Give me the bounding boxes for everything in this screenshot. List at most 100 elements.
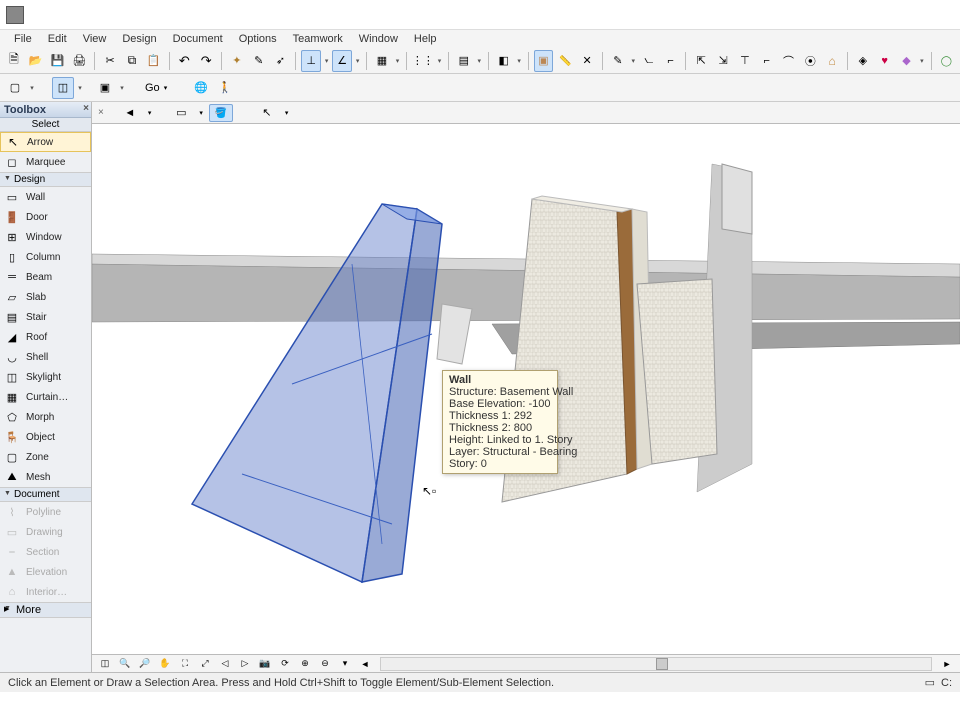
favorites-button[interactable]: ♥	[875, 50, 895, 72]
copy-button[interactable]	[122, 50, 142, 72]
dropdown-arrow[interactable]: ▾	[118, 84, 126, 92]
dropdown-arrow[interactable]: ▾	[436, 57, 443, 65]
elevation-tool[interactable]: ▲Elevation	[0, 562, 91, 582]
beam-tool[interactable]: ═Beam	[0, 267, 91, 287]
arrow-tool[interactable]: Arrow	[0, 132, 91, 152]
new-file-button[interactable]	[4, 50, 24, 72]
toolbox-close-button[interactable]: ×	[83, 103, 89, 114]
zoom-marquee-button[interactable]: ◫	[96, 656, 114, 672]
scrollbar-thumb[interactable]	[656, 658, 668, 670]
interior-tool[interactable]: ⌂Interior…	[0, 582, 91, 602]
zoom-100-button[interactable]: ⊕	[296, 656, 314, 672]
edit-button[interactable]	[608, 50, 628, 72]
trace-button[interactable]: ▣	[534, 50, 554, 72]
tab-dropdown-arrow[interactable]: ▾	[199, 109, 203, 117]
drawing-tool[interactable]: ▭Drawing	[0, 522, 91, 542]
tab-dropdown-arrow[interactable]: ▾	[285, 109, 289, 117]
open-file-button[interactable]	[26, 50, 46, 72]
tab-3d-button[interactable]	[209, 104, 233, 122]
modify-button-6[interactable]: ⦿	[800, 50, 820, 72]
3d-viewport[interactable]: Wall Structure: Basement Wall Base Eleva…	[92, 124, 960, 654]
curtain-wall-tool[interactable]: ▦Curtain…	[0, 387, 91, 407]
axo-button[interactable]: ▣	[94, 77, 116, 99]
cut-button[interactable]	[100, 50, 120, 72]
dropdown-arrow[interactable]: ▾	[76, 84, 84, 92]
dropdown-arrow[interactable]: ▾	[516, 57, 523, 65]
polyline-tool[interactable]: ⌇Polyline	[0, 502, 91, 522]
zoom-out-button[interactable]: 🔎	[136, 656, 154, 672]
pickup-button[interactable]	[249, 50, 269, 72]
wall-tool[interactable]: ▭Wall	[0, 187, 91, 207]
zoom-scale-button[interactable]: ⊖	[316, 656, 334, 672]
split-button[interactable]: ⌐	[661, 50, 681, 72]
section-tool[interactable]: ⎯Section	[0, 542, 91, 562]
line-button[interactable]: ⦦	[639, 50, 659, 72]
save-button[interactable]	[48, 50, 68, 72]
door-tool[interactable]: 🚪Door	[0, 207, 91, 227]
more-group-header[interactable]: ▶More	[0, 602, 91, 618]
modify-button-4[interactable]: ⌐	[757, 50, 777, 72]
menu-view[interactable]: View	[75, 33, 115, 45]
snap-points-button[interactable]: ⋮⋮	[412, 50, 434, 72]
menu-design[interactable]: Design	[114, 33, 164, 45]
walk-button[interactable]	[214, 77, 236, 99]
next-zoom-button[interactable]: ▷	[236, 656, 254, 672]
ruler-button[interactable]	[555, 50, 575, 72]
dropdown-arrow[interactable]: ▾	[918, 57, 925, 65]
modify-button-2[interactable]: ⇲	[713, 50, 733, 72]
menu-teamwork[interactable]: Teamwork	[285, 33, 351, 45]
scroll-left-button[interactable]: ◄	[356, 656, 374, 672]
camera-button[interactable]: 📷	[256, 656, 274, 672]
layers-button[interactable]	[454, 50, 474, 72]
menu-help[interactable]: Help	[406, 33, 445, 45]
menu-window[interactable]: Window	[351, 33, 406, 45]
3d-cutaway-button[interactable]	[853, 50, 873, 72]
horizontal-scrollbar[interactable]	[380, 657, 932, 671]
dropdown-arrow[interactable]: ▾	[354, 57, 361, 65]
stair-tool[interactable]: ▤Stair	[0, 307, 91, 327]
print-button[interactable]	[69, 50, 89, 72]
paste-button[interactable]	[144, 50, 164, 72]
dropdown-arrow[interactable]: ▾	[323, 57, 330, 65]
dropdown-arrow[interactable]: ▾	[394, 57, 401, 65]
mesh-tool[interactable]: ⛰Mesh	[0, 467, 91, 487]
menu-edit[interactable]: Edit	[40, 33, 75, 45]
modify-button-7[interactable]	[822, 50, 842, 72]
undo-button[interactable]	[174, 50, 194, 72]
prev-zoom-button[interactable]: ◁	[216, 656, 234, 672]
modify-button-1[interactable]: ⇱	[691, 50, 711, 72]
grid-snap-button[interactable]	[372, 50, 392, 72]
slab-tool[interactable]: ▱Slab	[0, 287, 91, 307]
modify-button-3[interactable]: ⊤	[735, 50, 755, 72]
dropdown-arrow[interactable]: ▾	[630, 57, 637, 65]
zoom-dropdown[interactable]: ▾	[336, 656, 354, 672]
modify-button-5[interactable]: ⌒	[779, 50, 799, 72]
dropdown-arrow[interactable]: ▾	[476, 57, 483, 65]
3d-perspective-button[interactable]: ◫	[52, 77, 74, 99]
diamond-button[interactable]: ◆	[897, 50, 917, 72]
snap-button-1[interactable]: ⊥	[301, 50, 321, 72]
tab-plan-button[interactable]: ▭	[169, 104, 193, 122]
zoom-in-button[interactable]: 🔍	[116, 656, 134, 672]
fit-button[interactable]: ⛶	[176, 656, 194, 672]
menu-document[interactable]: Document	[165, 33, 231, 45]
cancel-button[interactable]	[577, 50, 597, 72]
skylight-tool[interactable]: ◫Skylight	[0, 367, 91, 387]
design-group-header[interactable]: Design	[0, 172, 91, 187]
window-tool[interactable]: ⊞Window	[0, 227, 91, 247]
redo-button[interactable]	[196, 50, 216, 72]
object-tool[interactable]: 🪑Object	[0, 427, 91, 447]
suspend-button[interactable]: ◧	[494, 50, 514, 72]
fit-selection-button[interactable]: ⤢	[196, 656, 214, 672]
teamwork-button[interactable]	[936, 50, 956, 72]
magic-wand-button[interactable]	[227, 50, 247, 72]
marquee-tool[interactable]: Marquee	[0, 152, 91, 172]
go-button[interactable]: Go▾	[138, 78, 174, 98]
tab-dropdown-arrow[interactable]: ▾	[148, 109, 152, 117]
view-mode-button[interactable]: ▢	[4, 77, 26, 99]
morph-tool[interactable]: ⬠Morph	[0, 407, 91, 427]
column-tool[interactable]: ▯Column	[0, 247, 91, 267]
scroll-right-button[interactable]: ►	[938, 656, 956, 672]
roof-tool[interactable]: ◢Roof	[0, 327, 91, 347]
zone-tool[interactable]: ▢Zone	[0, 447, 91, 467]
